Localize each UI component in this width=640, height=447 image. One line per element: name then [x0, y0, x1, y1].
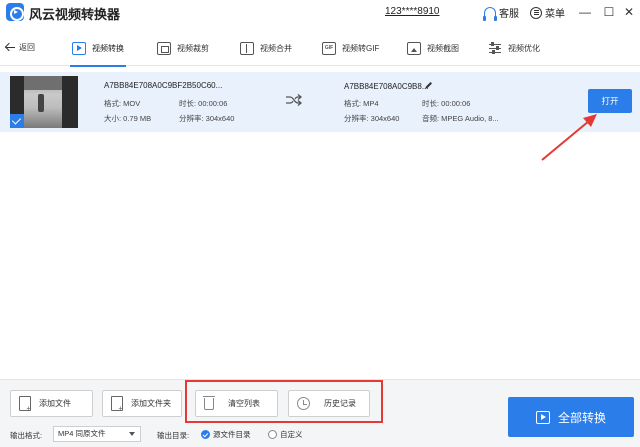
dir-custom-radio[interactable]: 自定义	[268, 429, 303, 440]
add-folder-icon	[111, 396, 123, 413]
add-folder-button[interactable]: 添加文件夹	[102, 390, 182, 417]
play-icon	[535, 410, 550, 424]
add-file-label: 添加文件	[39, 399, 71, 408]
convert-all-button[interactable]: 全部转换	[508, 397, 634, 437]
radio-unchecked-icon	[268, 430, 277, 439]
add-file-button[interactable]: 添加文件	[10, 390, 93, 417]
dir-source-label: 源文件目录	[213, 430, 251, 439]
output-dir-label: 输出目录:	[157, 431, 190, 440]
radio-checked-icon	[201, 430, 210, 439]
dir-custom-label: 自定义	[280, 430, 303, 439]
output-format-label: 输出格式:	[10, 431, 43, 440]
output-format-select[interactable]: MP4 同原文件	[53, 426, 141, 442]
add-folder-label: 添加文件夹	[131, 399, 171, 408]
add-file-icon	[19, 396, 31, 413]
convert-all-label: 全部转换	[557, 410, 606, 425]
annotation-highlight-box	[185, 380, 383, 423]
dir-source-radio[interactable]: 源文件目录	[201, 429, 251, 440]
